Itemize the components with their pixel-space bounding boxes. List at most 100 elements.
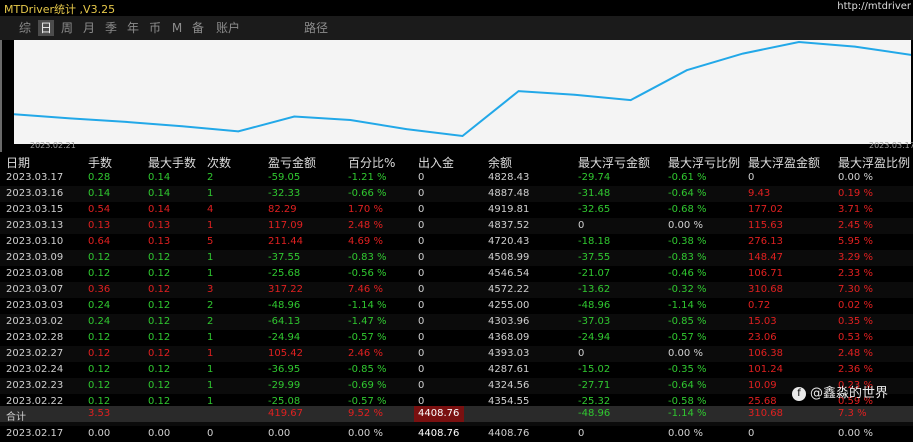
col-header-10[interactable]: 最大浮盈金额 <box>748 154 820 171</box>
period-tab-7[interactable]: M <box>170 20 184 36</box>
cell-10: 0.72 <box>748 300 771 311</box>
cell-4: 211.44 <box>268 236 303 247</box>
table-row[interactable]: 2023.02.23 0.12 0.12 1 -29.99 -0.69 % 0 4324.56… <box>0 378 913 394</box>
cell-5: -0.56 % <box>348 268 387 279</box>
equity-point-15 <box>854 45 856 48</box>
cell-11: 0.00 % <box>838 172 873 183</box>
cell-8: -29.74 <box>578 172 611 183</box>
cell-3: 2 <box>207 316 214 327</box>
col-header-7[interactable]: 余额 <box>488 154 512 171</box>
period-tab-9[interactable]: 账户 <box>214 20 242 36</box>
cell-4: 317.22 <box>268 284 303 295</box>
table-row[interactable]: 2023.02.28 0.12 0.12 1 -24.94 -0.57 % 0 4368.09… <box>0 330 913 346</box>
cell-5: -1.14 % <box>348 300 387 311</box>
period-tab-5[interactable]: 年 <box>126 20 140 36</box>
col-header-3[interactable]: 次数 <box>207 154 231 171</box>
cell-3: 1 <box>207 220 214 231</box>
period-tab-1[interactable]: 日 <box>38 20 54 36</box>
table-row[interactable]: 2023.02.17 0.00 0.00 0 0.00 0.00 % 4408.76 4408… <box>0 426 913 442</box>
cell-8: 0 <box>578 428 585 439</box>
cell-5: -0.57 % <box>348 332 387 343</box>
cell-2: 0.12 <box>148 252 171 263</box>
period-tab-2[interactable]: 周 <box>60 20 74 36</box>
col-header-9[interactable]: 最大浮亏比例 <box>668 154 740 171</box>
table-row[interactable]: 2023.02.27 0.12 0.12 1 105.42 2.46 % 0 4393.03 0… <box>0 346 913 362</box>
cell-11: 2.48 % <box>838 348 873 359</box>
cell-7: 4368.09 <box>488 332 530 343</box>
watermark-text: @鑫淼的世界 <box>810 386 889 401</box>
cell-9: -0.46 % <box>668 268 707 279</box>
cell-4: -32.33 <box>268 188 301 199</box>
period-tab-10[interactable]: 路径 <box>302 20 330 36</box>
total-cell-11: 7.3 % <box>838 408 867 419</box>
table-row[interactable]: 2023.03.07 0.36 0.12 3 317.22 7.46 % 0 4572.22 -… <box>0 282 913 298</box>
col-header-1[interactable]: 手数 <box>88 154 112 171</box>
watermark: f @鑫淼的世界 <box>792 382 888 401</box>
cell-9: -0.83 % <box>668 252 707 263</box>
col-header-5[interactable]: 百分比% <box>348 154 395 171</box>
cell-8: -18.18 <box>578 236 611 247</box>
cell-7: 4837.52 <box>488 220 530 231</box>
table-row[interactable]: 2023.03.08 0.12 0.12 1 -25.68 -0.56 % 0 4546.54… <box>0 266 913 282</box>
cell-0: 2023.03.09 <box>6 252 64 263</box>
cell-4: -37.55 <box>268 252 301 263</box>
total-cell-0: 合计 <box>6 412 26 423</box>
cell-7: 4408.76 <box>488 428 530 439</box>
website-link[interactable]: http://mtdriver <box>837 1 911 12</box>
total-cell-9: -1.14 % <box>668 408 707 419</box>
col-header-4[interactable]: 盈亏金额 <box>268 154 316 171</box>
cell-0: 2023.03.10 <box>6 236 64 247</box>
col-header-2[interactable]: 最大手数 <box>148 154 196 171</box>
cell-2: 0.12 <box>148 364 171 375</box>
cell-2: 0.00 <box>148 428 171 439</box>
period-tab-bar: 综日周月季年币 M 备账户 路径 <box>0 16 913 40</box>
equity-point-7 <box>405 128 408 130</box>
table-row[interactable]: 2023.03.09 0.12 0.12 1 -37.55 -0.83 % 0 4508.99… <box>0 250 913 266</box>
col-header-0[interactable]: 日期 <box>6 154 30 171</box>
period-tab-4[interactable]: 季 <box>104 20 118 36</box>
cell-3: 5 <box>207 236 214 247</box>
cell-1: 0.24 <box>88 316 111 327</box>
table-row[interactable]: 2023.03.10 0.64 0.13 5 211.44 4.69 % 0 4720.43 -… <box>0 234 913 250</box>
table-row[interactable]: 2023.02.24 0.12 0.12 1 -36.95 -0.85 % 0 4287.61… <box>0 362 913 378</box>
cell-2: 0.13 <box>148 236 171 247</box>
table-row[interactable]: 2023.03.02 0.24 0.12 2 -64.13 -1.47 % 0 4303.96… <box>0 314 913 330</box>
cell-3: 0 <box>207 428 214 439</box>
cell-3: 1 <box>207 332 214 343</box>
table-row[interactable]: 2023.03.16 0.14 0.14 1 -32.33 -0.66 % 0 4887.48… <box>0 186 913 202</box>
chart-x-label-start: 2023.02.21 <box>30 141 76 150</box>
cell-8: -24.94 <box>578 332 611 343</box>
cell-10: 10.09 <box>748 380 777 391</box>
col-header-11[interactable]: 最大浮盈比例 <box>838 154 910 171</box>
cell-3: 1 <box>207 380 214 391</box>
cell-11: 0.00 % <box>838 428 873 439</box>
cell-11: 5.95 % <box>838 236 873 247</box>
table-row[interactable]: 2023.03.03 0.24 0.12 2 -48.96 -1.14 % 0 4255.00… <box>0 298 913 314</box>
table-row[interactable]: 2023.03.13 0.13 0.13 1 117.09 2.48 % 0 4837.52 0… <box>0 218 913 234</box>
cell-10: 115.63 <box>748 220 783 231</box>
cell-4: 117.09 <box>268 220 303 231</box>
cell-10: 101.24 <box>748 364 783 375</box>
table-row[interactable]: 2023.03.15 0.54 0.14 4 82.29 1.70 % 0 4919.81 -3… <box>0 202 913 218</box>
cell-9: -0.61 % <box>668 172 707 183</box>
col-header-6[interactable]: 出入金 <box>418 154 454 171</box>
period-tab-3[interactable]: 月 <box>82 20 96 36</box>
cell-2: 0.12 <box>148 316 171 327</box>
period-tab-8[interactable]: 备 <box>191 20 205 36</box>
cell-8: -37.55 <box>578 252 611 263</box>
cell-10: 106.71 <box>748 268 783 279</box>
cell-2: 0.14 <box>148 188 171 199</box>
col-header-8[interactable]: 最大浮亏金额 <box>578 154 650 171</box>
cell-5: -1.47 % <box>348 316 387 327</box>
cell-3: 1 <box>207 252 214 263</box>
cell-8: -48.96 <box>578 300 611 311</box>
cell-6: 0 <box>418 268 425 279</box>
period-tab-6[interactable]: 币 <box>148 20 162 36</box>
table-row[interactable]: 2023.03.17 0.28 0.14 2 -59.05 -1.21 % 0 4828.43… <box>0 170 913 186</box>
cell-5: -0.83 % <box>348 252 387 263</box>
cell-5: -0.85 % <box>348 364 387 375</box>
equity-point-3 <box>181 125 183 127</box>
cell-10: 106.38 <box>748 348 783 359</box>
cell-9: -0.85 % <box>668 316 707 327</box>
period-tab-0[interactable]: 综 <box>18 20 32 36</box>
